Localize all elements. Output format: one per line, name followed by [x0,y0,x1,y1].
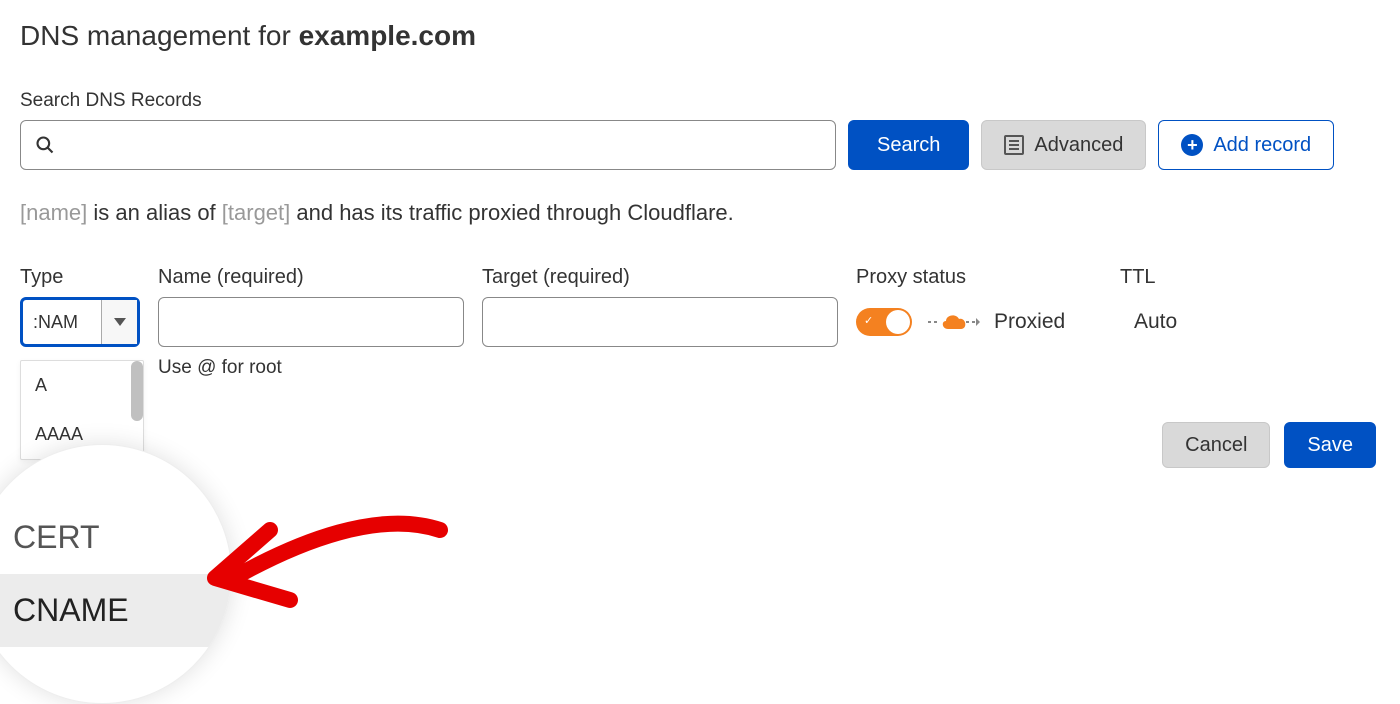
title-domain: example.com [299,20,476,51]
name-label: Name (required) [158,266,464,289]
proxy-row: ✓ Proxied [856,297,1102,347]
record-description: [name] is an alias of [target] and has i… [20,200,1380,226]
search-icon [35,135,55,155]
search-row: Search Advanced + Add record [20,120,1380,170]
cancel-button[interactable]: Cancel [1162,422,1270,468]
cloud-proxied-icon [926,310,980,334]
dropdown-item-a[interactable]: A [21,361,143,410]
advanced-button-label: Advanced [1034,134,1123,157]
target-input[interactable] [482,297,838,347]
field-proxy: Proxy status ✓ Proxied [856,266,1102,347]
add-record-label: Add record [1213,134,1311,157]
list-icon [1004,135,1024,155]
target-label: Target (required) [482,266,838,289]
field-target: Target (required) [482,266,838,347]
type-select[interactable]: :NAM [20,297,140,347]
chevron-down-icon [101,300,137,344]
field-ttl: TTL Auto [1120,266,1240,347]
field-name: Name (required) Use @ for root [158,266,464,379]
search-button[interactable]: Search [848,120,969,170]
title-prefix: DNS management for [20,20,299,51]
field-type: Type :NAM [20,266,140,347]
proxy-label: Proxy status [856,266,1102,289]
record-form: Type :NAM Name (required) Use @ for root… [20,266,1380,379]
proxy-status-value: Proxied [994,310,1065,334]
plus-circle-icon: + [1181,134,1203,156]
advanced-button[interactable]: Advanced [981,120,1146,170]
type-select-value: :NAM [23,312,101,333]
check-icon: ✓ [864,314,873,327]
search-input-container[interactable] [20,120,836,170]
arrow-annotation-icon [200,490,460,630]
name-hint: Use @ for root [158,357,464,379]
type-label: Type [20,266,140,289]
save-button[interactable]: Save [1284,422,1376,468]
zoom-annotation: CERT CNAME [0,444,232,704]
zoom-item-cname[interactable]: CNAME [0,574,232,647]
desc-text-1: is an alias of [87,200,222,225]
desc-text-2: and has its traffic proxied through Clou… [290,200,734,225]
desc-target-placeholder: [target] [222,200,290,225]
search-input[interactable] [55,135,821,156]
add-record-button[interactable]: + Add record [1158,120,1334,170]
form-actions: Cancel Save [1162,422,1376,468]
zoom-item-cert[interactable]: CERT [13,501,231,574]
name-input[interactable] [158,297,464,347]
page-title: DNS management for example.com [20,20,1380,52]
ttl-label: TTL [1120,266,1240,289]
ttl-value: Auto [1120,297,1240,347]
proxy-toggle[interactable]: ✓ [856,308,912,336]
desc-name-placeholder: [name] [20,200,87,225]
search-label: Search DNS Records [20,90,1380,112]
dropdown-scrollbar[interactable] [131,361,143,421]
